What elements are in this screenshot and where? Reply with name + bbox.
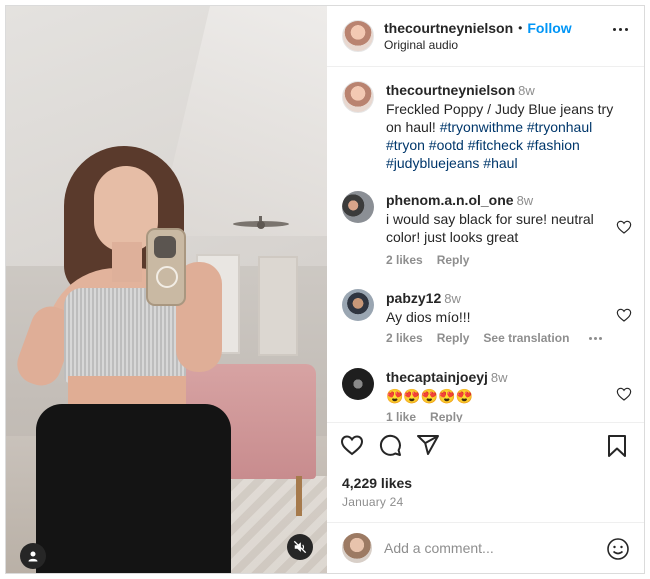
caption-text: Freckled Poppy / Judy Blue jeans try on … [386,101,614,171]
caption-avatar[interactable] [342,81,374,113]
comment-like-icon[interactable] [616,386,632,402]
see-translation-button[interactable]: See translation [483,331,569,345]
comment-like-icon[interactable] [616,307,632,323]
caption-time[interactable]: 8w [518,83,535,98]
comment-username[interactable]: thecaptainjoeyj [386,369,488,385]
share-icon[interactable] [416,433,440,457]
follow-button[interactable]: Follow [527,20,571,36]
ceiling-fan [233,216,289,229]
audio-label[interactable]: Original audio [384,37,572,53]
comment-meta: 2 likes Reply See translation [386,331,603,345]
comment-icon[interactable] [378,433,402,457]
comment-username[interactable]: phenom.a.n.ol_one [386,192,514,208]
instagram-post: thecourtneynielson • Follow Original aud… [5,5,645,574]
commenter-avatar[interactable] [342,191,374,223]
post-sidebar: thecourtneynielson • Follow Original aud… [327,6,644,573]
post-header: thecourtneynielson • Follow Original aud… [327,6,644,67]
comment-composer: Add a comment... [327,522,644,573]
comment-meta: 1 like Reply [386,410,463,422]
caption-username[interactable]: thecourtneynielson [386,82,515,98]
post-date[interactable]: January 24 [342,495,403,509]
mute-button[interactable] [287,534,313,560]
separator-dot: • [518,20,523,35]
author-username[interactable]: thecourtneynielson [384,20,513,36]
reply-button[interactable]: Reply [437,253,470,267]
comment-meta: 2 likes Reply [386,253,470,267]
commenter-avatar[interactable] [342,289,374,321]
phone [146,228,186,306]
comments-list[interactable]: thecourtneynielson 8w Freckled Poppy / Ju… [327,67,644,422]
tagged-user-button[interactable] [20,543,46,569]
emoji-icon[interactable] [606,537,630,561]
comment-username[interactable]: pabzy12 [386,290,441,306]
author-avatar[interactable] [342,20,374,52]
user-icon [28,551,38,562]
viewer-avatar [342,533,372,563]
reply-button[interactable]: Reply [437,331,470,345]
commenter-avatar[interactable] [342,368,374,400]
reply-button[interactable]: Reply [430,410,463,422]
comment-text: i would say black for sure! neutral colo… [386,211,594,245]
like-icon[interactable] [340,433,364,457]
comment-input[interactable]: Add a comment... [384,540,494,556]
comment-options-icon[interactable] [589,331,603,345]
more-options-button[interactable] [613,28,628,31]
speaker-muted-icon [293,540,307,554]
likes-count[interactable]: 4,229 likes [342,475,412,491]
comment-like-icon[interactable] [616,219,632,235]
post-video[interactable] [6,6,327,573]
bookmark-icon[interactable] [606,434,628,458]
comment-text: 😍😍😍😍😍 [386,388,474,404]
comment-text: Ay dios mío!!! [386,309,471,325]
black-jeans [36,404,231,573]
